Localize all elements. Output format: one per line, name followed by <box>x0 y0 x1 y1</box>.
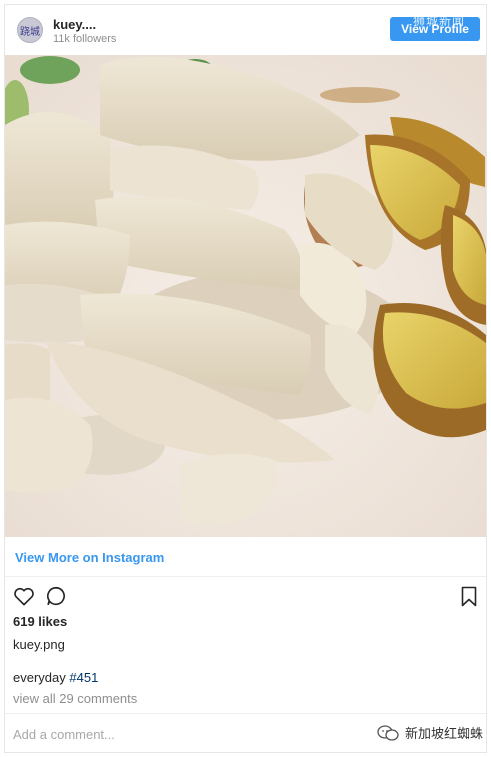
avatar[interactable]: 跷城 <box>17 17 43 43</box>
caption-hashtag[interactable]: #451 <box>69 670 98 685</box>
caption-text: everyday <box>13 670 70 685</box>
instagram-embed-card: 跷城 kuey.... 11k followers View Profile 狮… <box>4 4 487 753</box>
watermark-top: 狮城新闻 <box>413 14 466 28</box>
caption-username[interactable]: kuey.png <box>13 637 65 652</box>
post-header: 跷城 kuey.... 11k followers View Profile 狮… <box>5 5 486 55</box>
watermark-bottom-text: 新加坡红蜘蛛 <box>405 727 484 742</box>
chicken-rice-image <box>5 55 486 537</box>
view-more-on-instagram-link[interactable]: View More on Instagram <box>15 550 164 565</box>
bookmark-icon[interactable] <box>461 586 477 607</box>
username[interactable]: kuey.... <box>53 17 96 32</box>
avatar-text: 跷城 <box>20 26 40 38</box>
watermark-bottom: 新加坡红蜘蛛 <box>377 723 483 742</box>
wechat-icon <box>377 724 399 741</box>
heart-icon[interactable] <box>13 586 35 606</box>
post-photo[interactable] <box>5 55 486 537</box>
comment-icon[interactable] <box>45 585 67 607</box>
like-count[interactable]: 619 likes <box>13 614 67 629</box>
divider <box>5 713 486 714</box>
add-comment-input[interactable]: Add a comment... <box>13 727 115 742</box>
divider <box>5 576 486 577</box>
follower-count: 11k followers <box>53 33 117 45</box>
caption: everyday #451 <box>13 670 98 685</box>
view-all-comments-link[interactable]: view all 29 comments <box>13 691 137 706</box>
